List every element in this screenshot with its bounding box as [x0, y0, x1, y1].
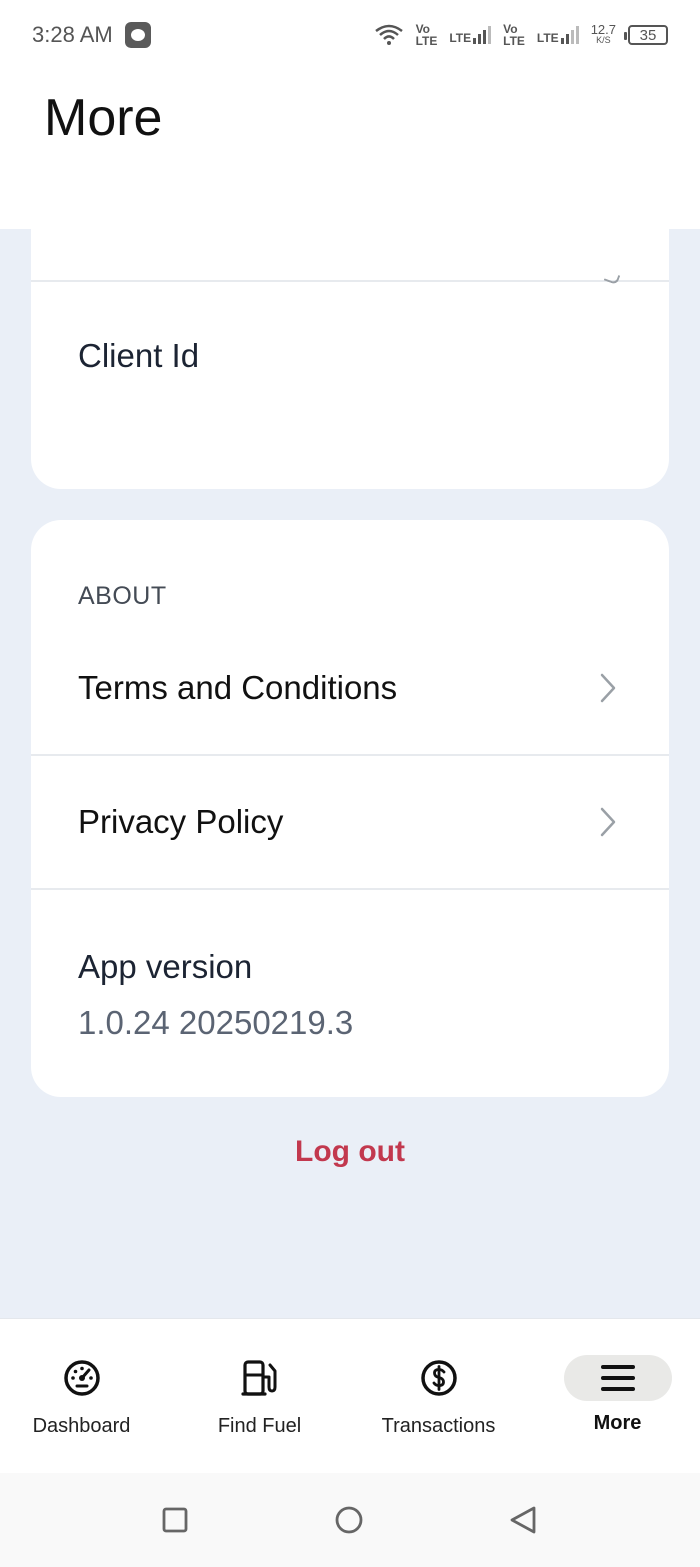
circle-icon — [335, 1506, 363, 1534]
dollar-circle-icon — [420, 1360, 457, 1396]
recent-apps-button[interactable] — [160, 1505, 190, 1535]
wifi-icon — [374, 24, 403, 45]
sim2-volte-bottom: LTE — [503, 34, 525, 48]
sim1-lte-label: LTE — [449, 31, 472, 45]
status-time: 3:28 AM — [32, 22, 113, 47]
nav-icon-container — [385, 1355, 493, 1401]
terms-and-conditions-row[interactable]: Terms and Conditions — [31, 622, 669, 756]
sim2-volte-indicator: Vo LTE — [503, 23, 525, 47]
terms-label: Terms and Conditions — [78, 669, 398, 706]
privacy-label: Privacy Policy — [78, 803, 284, 840]
account-row-partial[interactable] — [31, 229, 669, 286]
logout-button[interactable]: Log out — [0, 1135, 700, 1169]
nav-icon-container — [563, 1355, 672, 1401]
status-indicators: Vo LTE LTE Vo LTE LTE 12.7 K/S 35 — [374, 23, 668, 47]
page-header: More — [0, 70, 700, 230]
content-scroll-area[interactable]: Client Id ABOUT Terms and Conditions Pri… — [0, 229, 700, 1318]
fuel-pump-icon — [240, 1360, 276, 1396]
app-version-label: App version — [78, 948, 253, 985]
sim2-signal: LTE — [537, 26, 579, 44]
bottom-nav: Dashboard Find Fuel Transactions More — [0, 1318, 700, 1473]
account-card: Client Id — [31, 229, 669, 489]
system-navigation-bar — [0, 1473, 700, 1567]
client-id-label: Client Id — [78, 337, 200, 374]
nav-label-transactions: Transactions — [381, 1415, 496, 1437]
nav-item-more[interactable]: More — [530, 1319, 700, 1474]
nav-item-find-fuel[interactable]: Find Fuel — [172, 1319, 347, 1474]
sim2-lte-label: LTE — [536, 31, 559, 45]
nav-icon-container — [28, 1355, 136, 1401]
about-card: ABOUT Terms and Conditions Privacy Polic… — [31, 520, 669, 1097]
chevron-right-icon — [594, 673, 622, 703]
battery-icon: 35 — [624, 25, 668, 45]
sim1-volte-indicator: Vo LTE — [416, 23, 438, 47]
nav-label-more: More — [593, 1412, 642, 1434]
signal-bars-icon — [473, 26, 492, 44]
battery-level: 35 — [639, 26, 657, 44]
app-version-value: 1.0.24 20250219.3 — [78, 1004, 354, 1041]
nav-label-find-fuel: Find Fuel — [217, 1415, 302, 1437]
nav-item-transactions[interactable]: Transactions — [351, 1319, 526, 1474]
nav-icon-container — [206, 1355, 314, 1401]
menu-icon — [600, 1365, 635, 1391]
notification-app-icon — [124, 22, 151, 48]
nav-label-dashboard: Dashboard — [32, 1415, 131, 1437]
square-icon — [162, 1507, 188, 1533]
about-section-label: ABOUT — [78, 582, 167, 610]
net-speed-value: 12.7 — [590, 22, 616, 37]
page-title: More — [44, 89, 163, 147]
privacy-policy-row[interactable]: Privacy Policy — [31, 756, 669, 890]
net-speed-unit: K/S — [596, 35, 611, 45]
chevron-right-icon — [594, 807, 622, 837]
nav-item-dashboard[interactable]: Dashboard — [0, 1319, 169, 1474]
dashboard-gauge-icon — [63, 1360, 100, 1396]
sim1-volte-bottom: LTE — [415, 34, 438, 48]
home-button[interactable] — [334, 1505, 364, 1535]
back-button[interactable] — [508, 1505, 538, 1535]
network-speed: 12.7 K/S — [590, 22, 616, 46]
back-triangle-icon — [510, 1506, 536, 1534]
sim1-signal: LTE — [449, 26, 492, 45]
status-bar: 3:28 AM Vo LTE LTE Vo LTE LTE 12.7 K/S 3… — [0, 0, 700, 70]
chevron-right-icon — [603, 270, 621, 286]
signal-bars-icon — [560, 26, 579, 44]
